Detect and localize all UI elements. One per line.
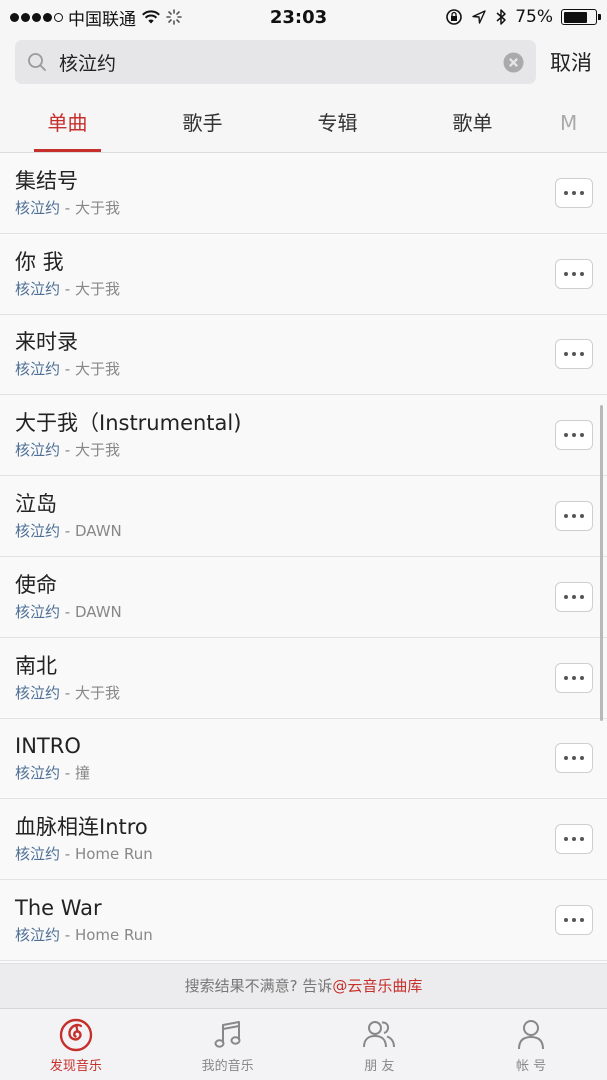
tabbar-discover[interactable]: 发现音乐 — [0, 1009, 152, 1080]
tab-songs[interactable]: 单曲 — [0, 98, 135, 152]
song-album: - 大于我 — [60, 279, 120, 298]
song-artist[interactable]: 核泣约 — [15, 441, 60, 459]
song-artist[interactable]: 核泣约 — [15, 845, 60, 863]
bottom-tab-bar: 发现音乐 我的音乐 朋 友 帐 号 — [0, 1008, 607, 1080]
location-icon — [472, 10, 486, 24]
more-options-button[interactable] — [555, 581, 593, 612]
tab-playlists[interactable]: 歌单 — [405, 98, 540, 152]
song-album: - DAWN — [60, 602, 122, 621]
tabbar-account[interactable]: 帐 号 — [455, 1009, 607, 1080]
song-artist[interactable]: 核泣约 — [15, 199, 60, 217]
song-row[interactable]: 南北 核泣约 - 大于我 — [0, 638, 607, 719]
friends-icon — [363, 1021, 396, 1048]
song-title: INTRO — [15, 734, 81, 759]
song-album: - DAWN — [60, 522, 122, 541]
song-row[interactable]: 泣岛 核泣约 - DAWN — [0, 476, 607, 557]
more-options-button[interactable] — [555, 824, 593, 855]
search-icon — [28, 53, 46, 71]
tabbar-friends[interactable]: 朋 友 — [304, 1009, 456, 1080]
search-feedback-bar: 搜索结果不满意? 告诉@云音乐曲库 — [0, 963, 607, 1008]
song-artist[interactable]: 核泣约 — [15, 522, 60, 540]
song-album: - 大于我 — [60, 683, 120, 702]
song-title: 集结号 — [15, 168, 78, 193]
song-title: 大于我（Instrumental) — [15, 411, 242, 436]
more-options-button[interactable] — [555, 501, 593, 532]
feedback-text: 搜索结果不满意? 告诉 — [184, 977, 333, 995]
battery-percent: 75% — [515, 7, 553, 27]
song-row[interactable]: 集结号 核泣约 - 大于我 — [0, 153, 607, 234]
tabbar-label: 发现音乐 — [49, 1059, 102, 1074]
more-options-button[interactable] — [555, 743, 593, 774]
scrollbar[interactable] — [600, 405, 603, 721]
signal-strength-icon — [10, 12, 63, 22]
song-title: 使命 — [15, 572, 57, 597]
tab-more-partial[interactable]: M — [540, 98, 607, 152]
more-options-button[interactable] — [555, 420, 593, 451]
more-options-button[interactable] — [555, 905, 593, 936]
song-album: - 撞 — [60, 764, 90, 783]
more-options-button[interactable] — [555, 258, 593, 289]
tabbar-my-music[interactable]: 我的音乐 — [152, 1009, 304, 1080]
song-row[interactable]: 使命 核泣约 - DAWN — [0, 557, 607, 638]
song-title: 血脉相连Intro — [15, 815, 148, 840]
search-field-container[interactable] — [15, 40, 536, 84]
search-category-tabs: 单曲 歌手 专辑 歌单 M — [0, 98, 607, 153]
song-title: 来时录 — [15, 330, 78, 355]
song-artist[interactable]: 核泣约 — [15, 603, 60, 621]
song-artist[interactable]: 核泣约 — [15, 926, 60, 944]
tabbar-label: 帐 号 — [516, 1059, 547, 1074]
song-artist[interactable]: 核泣约 — [15, 764, 60, 782]
song-title: 泣岛 — [15, 492, 57, 517]
battery-icon — [561, 9, 601, 25]
status-bar: 中国联通 23:03 75% — [0, 0, 607, 34]
song-title: 南北 — [15, 653, 57, 678]
bluetooth-icon — [496, 9, 506, 25]
search-input[interactable] — [59, 51, 491, 73]
search-bar: 取消 — [0, 34, 607, 90]
loading-spinner-icon — [166, 9, 182, 25]
carrier-name: 中国联通 — [68, 9, 136, 30]
feedback-link[interactable]: @云音乐曲库 — [332, 977, 422, 995]
orientation-lock-icon — [446, 9, 463, 25]
song-row[interactable]: 来时录 核泣约 - 大于我 — [0, 315, 607, 396]
song-title: The War — [15, 896, 102, 921]
song-row[interactable]: 你 我 核泣约 - 大于我 — [0, 234, 607, 315]
clear-search-icon[interactable] — [503, 52, 524, 73]
song-album: - 大于我 — [60, 198, 120, 217]
tab-albums[interactable]: 专辑 — [270, 98, 405, 152]
song-album: - Home Run — [60, 926, 153, 945]
more-options-button[interactable] — [555, 662, 593, 693]
status-time: 23:03 — [269, 6, 328, 28]
song-row[interactable]: The War 核泣约 - Home Run — [0, 880, 607, 961]
song-album: - Home Run — [60, 845, 153, 864]
song-results-list[interactable]: 集结号 核泣约 - 大于我 你 我 核泣约 - 大于我 来时录 核泣约 - 大于… — [0, 153, 607, 963]
tabbar-label: 朋 友 — [364, 1059, 395, 1074]
tabbar-label: 我的音乐 — [201, 1059, 254, 1074]
cancel-button[interactable]: 取消 — [550, 47, 592, 77]
song-row[interactable]: INTRO 核泣约 - 撞 — [0, 719, 607, 800]
tab-artists[interactable]: 歌手 — [135, 98, 270, 152]
account-icon — [518, 1020, 545, 1050]
song-row[interactable]: 大于我（Instrumental) 核泣约 - 大于我 — [0, 395, 607, 477]
song-artist[interactable]: 核泣约 — [15, 360, 60, 378]
music-note-icon — [214, 1021, 241, 1048]
netease-music-icon — [59, 1018, 93, 1052]
song-artist[interactable]: 核泣约 — [15, 280, 60, 298]
song-album: - 大于我 — [60, 441, 120, 460]
more-options-button[interactable] — [555, 177, 593, 208]
song-row[interactable]: 血脉相连Intro 核泣约 - Home Run — [0, 799, 607, 881]
wifi-icon — [142, 10, 160, 24]
song-title: 你 我 — [15, 249, 64, 274]
more-options-button[interactable] — [555, 339, 593, 370]
song-artist[interactable]: 核泣约 — [15, 684, 60, 702]
song-album: - 大于我 — [60, 360, 120, 379]
